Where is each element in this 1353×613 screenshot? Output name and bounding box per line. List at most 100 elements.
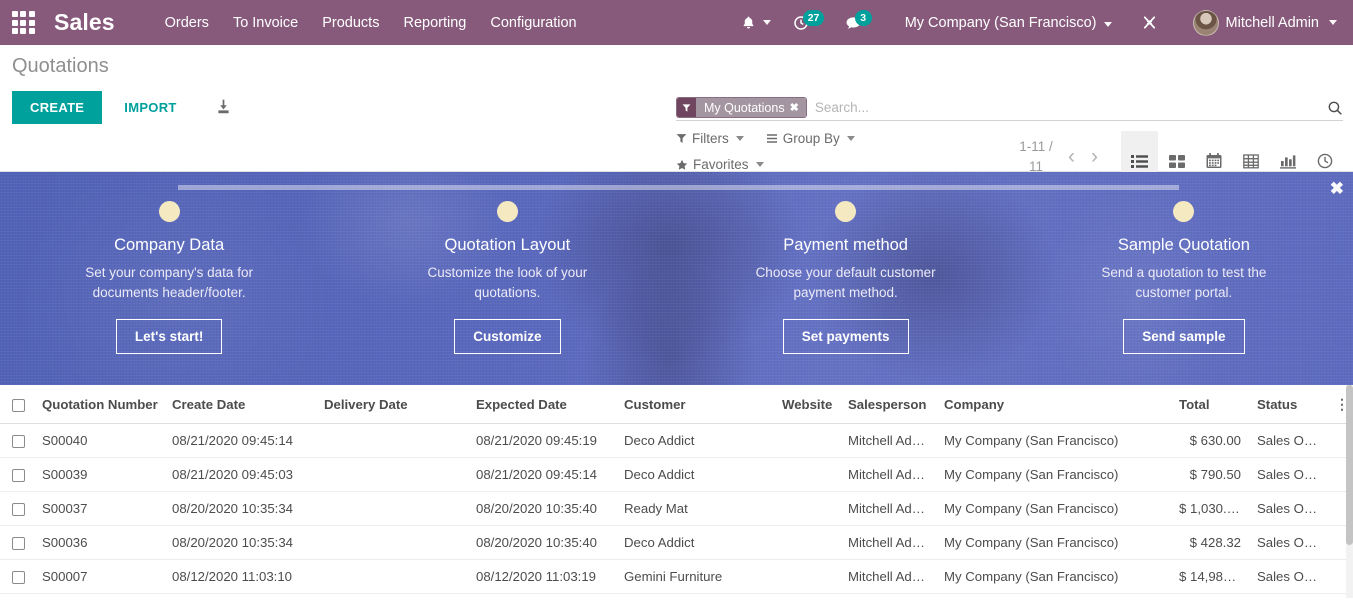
vertical-scrollbar[interactable] [1346, 385, 1353, 598]
notifications-bell-button[interactable] [730, 5, 782, 41]
table-row[interactable]: S00036 08/20/2020 10:35:34 08/20/2020 10… [0, 525, 1353, 561]
column-header-quotation-number[interactable]: Quotation Number [34, 385, 164, 424]
cell-status: Sales Order [1249, 423, 1327, 459]
favorites-dropdown[interactable]: Favorites [676, 157, 764, 172]
messages-count-badge: 3 [854, 9, 872, 26]
select-all-header [0, 385, 34, 424]
cell-status: Sales Order [1249, 457, 1327, 493]
pivot-table-icon [1242, 153, 1259, 168]
step-action-button-customize[interactable]: Customize [454, 319, 561, 355]
apps-grid-icon[interactable] [0, 0, 46, 45]
user-menu[interactable]: Mitchell Admin [1185, 2, 1341, 44]
row-checkbox[interactable] [12, 503, 25, 517]
chevron-down-icon [755, 162, 764, 167]
table-row[interactable]: S00006 08/12/2020 11:03:10 08/12/2020 11… [0, 593, 1353, 598]
cell-status: Sales Order [1249, 593, 1327, 598]
developer-tools-button[interactable] [1130, 4, 1169, 41]
cell-website [774, 559, 840, 595]
control-panel-left: Quotations CREATE IMPORT [12, 55, 242, 124]
cell-expected-date: 08/20/2020 10:35:40 [468, 525, 616, 561]
column-header-expected-date[interactable]: Expected Date [468, 385, 616, 424]
chevron-down-icon [846, 136, 855, 141]
cell-create-date: 08/20/2020 10:35:34 [164, 525, 316, 561]
control-panel: Quotations CREATE IMPORT My Quotations ✖ [0, 45, 1353, 191]
cell-delivery-date [316, 423, 468, 459]
cell-company: My Company (San Francisco) [936, 525, 1171, 561]
app-brand-sales[interactable]: Sales [46, 9, 121, 36]
step-title: Quotation Layout [444, 236, 571, 254]
menu-item-reporting[interactable]: Reporting [391, 2, 478, 44]
menu-item-products[interactable]: Products [310, 2, 391, 44]
group-by-dropdown[interactable]: Group By [766, 131, 855, 146]
onboarding-banner: ✖ Company Data Set your company's data f… [0, 172, 1353, 385]
cell-expected-date: 08/21/2020 09:45:14 [468, 457, 616, 493]
table-row[interactable]: S00007 08/12/2020 11:03:10 08/12/2020 11… [0, 559, 1353, 595]
table-row[interactable]: S00039 08/21/2020 09:45:03 08/21/2020 09… [0, 457, 1353, 493]
export-download-button[interactable] [205, 92, 242, 124]
step-action-button-set-payments[interactable]: Set payments [782, 319, 909, 355]
row-checkbox[interactable] [12, 537, 25, 551]
kanban-grid-icon [1168, 154, 1185, 168]
activities-button[interactable]: 27 [782, 5, 825, 41]
cell-website [774, 457, 840, 493]
row-checkbox[interactable] [12, 469, 25, 483]
pager-next-button[interactable]: › [1084, 146, 1105, 167]
search-input[interactable] [806, 97, 1321, 118]
row-checkbox[interactable] [12, 571, 25, 585]
row-select-cell [0, 491, 34, 527]
table-row[interactable]: S00037 08/20/2020 10:35:34 08/20/2020 10… [0, 491, 1353, 527]
menu-item-orders[interactable]: Orders [153, 2, 221, 44]
cell-company: My Company (San Francisco) [936, 423, 1171, 459]
filter-funnel-icon [676, 134, 687, 143]
create-button[interactable]: CREATE [12, 91, 103, 124]
scrollbar-thumb[interactable] [1346, 385, 1353, 545]
cell-quotation-number: S00040 [34, 423, 164, 459]
cell-customer: Deco Addict [616, 457, 774, 493]
menu-item-configuration[interactable]: Configuration [478, 2, 588, 44]
download-export-icon [218, 99, 229, 113]
import-button[interactable]: IMPORT [110, 91, 190, 124]
messages-button[interactable]: 3 [834, 5, 873, 41]
search-facet-my-quotations[interactable]: My Quotations ✖ [676, 97, 807, 118]
row-select-cell [0, 593, 34, 598]
cell-company: My Company (San Francisco) [936, 593, 1171, 598]
cell-company: My Company (San Francisco) [936, 457, 1171, 493]
filters-dropdown[interactable]: Filters [676, 131, 744, 146]
cell-website [774, 593, 840, 598]
filters-groupby-row: Filters Group By [676, 131, 855, 146]
column-header-create-date[interactable]: Create Date [164, 385, 316, 424]
cell-delivery-date [316, 593, 468, 598]
column-header-company[interactable]: Company [936, 385, 1171, 424]
menu-item-to-invoice[interactable]: To Invoice [221, 2, 310, 44]
onboarding-step-payment-method: Payment method Choose your default custo… [677, 201, 1015, 385]
column-header-website[interactable]: Website [774, 385, 840, 424]
cell-total: $ 750.00 [1171, 593, 1249, 598]
close-x-icon[interactable]: ✖ [790, 101, 799, 114]
search-facet-label: My Quotations ✖ [696, 98, 806, 117]
column-header-total[interactable]: Total [1171, 385, 1249, 424]
column-header-status[interactable]: Status [1249, 385, 1327, 424]
column-header-salesperson[interactable]: Salesperson [840, 385, 936, 424]
step-title: Payment method [783, 236, 908, 254]
step-action-button-send-sample[interactable]: Send sample [1123, 319, 1245, 355]
select-all-checkbox[interactable] [12, 399, 25, 412]
filter-funnel-icon [677, 98, 696, 117]
column-header-customer[interactable]: Customer [616, 385, 774, 424]
onboarding-close-button[interactable]: ✖ [1330, 180, 1344, 197]
step-title: Company Data [114, 236, 225, 254]
row-checkbox[interactable] [12, 435, 25, 449]
row-select-cell [0, 559, 34, 595]
pager-previous-button[interactable]: ‹ [1061, 146, 1082, 167]
onboarding-step-company-data: Company Data Set your company's data for… [0, 201, 338, 385]
cell-salesperson: Mitchell Admin [840, 525, 936, 561]
cell-total: $ 14,981.00 [1171, 559, 1249, 595]
cell-delivery-date [316, 457, 468, 493]
company-switcher[interactable]: My Company (San Francisco) [895, 5, 1122, 41]
cell-create-date: 08/12/2020 11:03:10 [164, 593, 316, 598]
column-header-delivery-date[interactable]: Delivery Date [316, 385, 468, 424]
pager-count[interactable]: 1-11 / 11 [1013, 137, 1059, 176]
quotations-list-view: Quotation Number Create Date Delivery Da… [0, 385, 1353, 598]
table-row[interactable]: S00040 08/21/2020 09:45:14 08/21/2020 09… [0, 423, 1353, 459]
search-magnifier-icon[interactable] [1321, 97, 1343, 118]
step-action-button-lets-start[interactable]: Let's start! [115, 319, 223, 355]
